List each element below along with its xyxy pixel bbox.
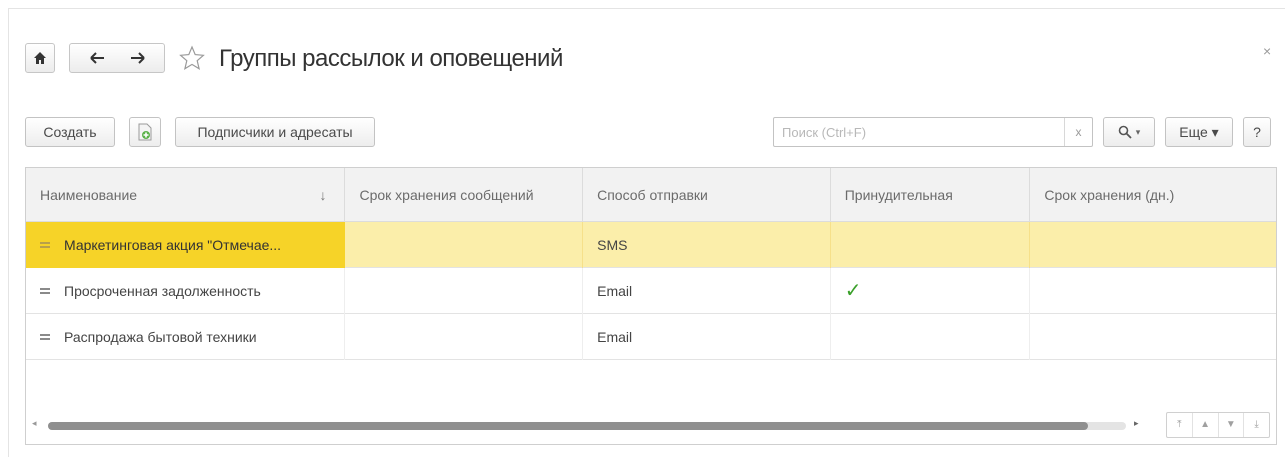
more-button[interactable]: Еще ▾ [1165,117,1233,147]
column-header-label: Наименование [40,187,138,203]
list-item-icon [40,242,50,249]
search-input[interactable] [774,118,1058,146]
cell-retention [345,268,584,314]
previous-row-icon[interactable]: ▲ [1193,413,1219,437]
next-row-icon[interactable]: ▼ [1219,413,1245,437]
cell-name: Просроченная задолженность [26,268,346,314]
table-row[interactable]: Просроченная задолженность Email ✓ [26,268,1276,314]
row-name-label: Распродажа бытовой техники [64,329,257,345]
cell-retention-days [1030,314,1276,360]
table-header: Наименование ↓ Срок хранения сообщений С… [26,168,1276,222]
page-title: Группы рассылок и оповещений [219,45,563,72]
magnifier-icon [1118,125,1132,139]
first-row-icon[interactable]: ⤒ [1167,413,1193,437]
last-row-icon[interactable]: ⤓ [1244,413,1269,437]
cell-forced: ✓ [831,268,1031,314]
table-row[interactable]: Распродажа бытовой техники Email [26,314,1276,360]
horizontal-scrollbar[interactable]: ◂ ▸ ⤒ ▲ ▼ ⤓ [26,404,1276,444]
sort-descending-icon: ↓ [319,187,327,203]
row-name-label: Маркетинговая акция "Отмечае... [64,237,282,253]
scroll-track[interactable] [48,422,1126,430]
column-header-name[interactable]: Наименование ↓ [26,168,346,222]
cell-forced [831,222,1031,268]
table-row[interactable]: Маркетинговая акция "Отмечае... SMS [26,222,1276,268]
home-button[interactable] [25,43,55,73]
scroll-right-icon[interactable]: ▸ [1134,418,1139,429]
subscribers-and-recipients-button[interactable]: Подписчики и адресаты [175,117,375,147]
list-item-icon [40,334,50,341]
form-window: Группы рассылок и оповещений × Создать П… [8,8,1285,457]
find-button[interactable]: ▾ [1103,117,1155,147]
home-icon [34,52,46,64]
column-header-forced[interactable]: Принудительная [831,168,1031,222]
column-header-send-method[interactable]: Способ отправки [583,168,831,222]
cell-name: Маркетинговая акция "Отмечае... [26,222,346,268]
groups-table: Наименование ↓ Срок хранения сообщений С… [25,167,1277,445]
cell-retention-days [1030,268,1276,314]
create-button[interactable]: Создать [25,117,115,147]
help-button[interactable]: ? [1243,117,1271,147]
command-bar: Создать Подписчики и адресаты x ▾ Еще ▾ … [9,109,1285,149]
row-navigation: ⤒ ▲ ▼ ⤓ [1166,412,1270,438]
copy-button[interactable] [129,117,161,147]
chevron-down-icon: ▾ [1135,127,1141,137]
cell-name: Распродажа бытовой техники [26,314,346,360]
column-header-message-retention[interactable]: Срок хранения сообщений [345,168,584,222]
cell-retention [345,314,584,360]
checkmark-icon: ✓ [844,280,862,302]
forward-button[interactable] [130,51,146,65]
cell-send-method: Email [583,268,831,314]
history-navigation [69,43,165,73]
close-icon[interactable]: × [1263,43,1277,59]
cell-send-method: Email [583,314,831,360]
title-bar: Группы рассылок и оповещений × [9,9,1285,99]
scroll-left-icon[interactable]: ◂ [32,418,37,429]
cell-forced [831,314,1031,360]
cell-retention [345,222,584,268]
arrow-right-icon [130,52,145,64]
search-box: x [773,117,1093,147]
star-outline-icon[interactable] [179,45,205,71]
list-item-icon [40,288,50,295]
column-header-retention-days[interactable]: Срок хранения (дн.) [1030,168,1276,222]
row-name-label: Просроченная задолженность [64,283,261,299]
search-clear-button[interactable]: x [1064,118,1092,146]
back-button[interactable] [89,51,105,65]
cell-send-method: SMS [583,222,831,268]
cell-retention-days [1030,222,1276,268]
arrow-left-icon [89,52,104,64]
copy-document-icon [138,123,152,141]
scroll-thumb[interactable] [48,422,1088,430]
